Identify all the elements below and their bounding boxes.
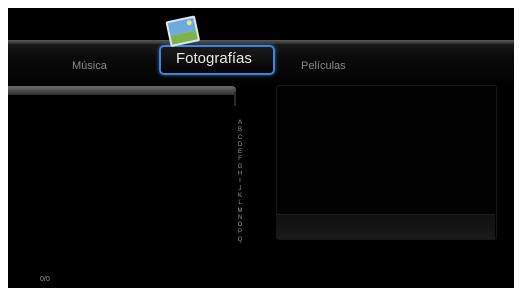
menu-item-music[interactable]: Música bbox=[72, 60, 107, 72]
alpha-letter[interactable]: K bbox=[238, 193, 242, 200]
alpha-letter[interactable]: B bbox=[238, 127, 242, 134]
menu-item-photos-label[interactable]: Fotografías bbox=[176, 50, 252, 67]
alphabet-index[interactable]: A B C D E F G H I J K L M N O P Q bbox=[236, 120, 244, 244]
alpha-letter[interactable]: A bbox=[238, 120, 242, 127]
media-player-screen: Música Fotografías Películas A B C D E F… bbox=[8, 8, 514, 288]
file-list-edge bbox=[234, 92, 236, 106]
alpha-letter[interactable]: Q bbox=[238, 237, 243, 244]
preview-info-strip bbox=[276, 214, 495, 239]
file-list-header bbox=[8, 86, 236, 95]
top-menu-highlight bbox=[8, 40, 514, 44]
item-counter: 0/0 bbox=[40, 276, 50, 283]
photo-icon bbox=[165, 15, 200, 47]
alpha-letter[interactable]: J bbox=[239, 186, 242, 193]
alpha-letter[interactable]: D bbox=[238, 142, 242, 149]
alpha-letter[interactable]: E bbox=[238, 149, 242, 156]
alpha-letter[interactable]: C bbox=[238, 135, 242, 142]
alpha-letter[interactable]: N bbox=[238, 215, 242, 222]
alpha-letter[interactable]: M bbox=[238, 208, 243, 215]
file-list-panel[interactable] bbox=[8, 86, 236, 288]
alpha-letter[interactable]: O bbox=[238, 222, 243, 229]
alpha-letter[interactable]: P bbox=[238, 229, 242, 236]
alpha-letter[interactable]: F bbox=[238, 156, 242, 163]
alpha-letter[interactable]: G bbox=[238, 164, 243, 171]
alpha-letter[interactable]: H bbox=[238, 171, 242, 178]
alpha-letter[interactable]: L bbox=[238, 200, 241, 207]
alpha-letter[interactable]: I bbox=[239, 178, 241, 185]
menu-item-movies[interactable]: Películas bbox=[301, 60, 346, 72]
